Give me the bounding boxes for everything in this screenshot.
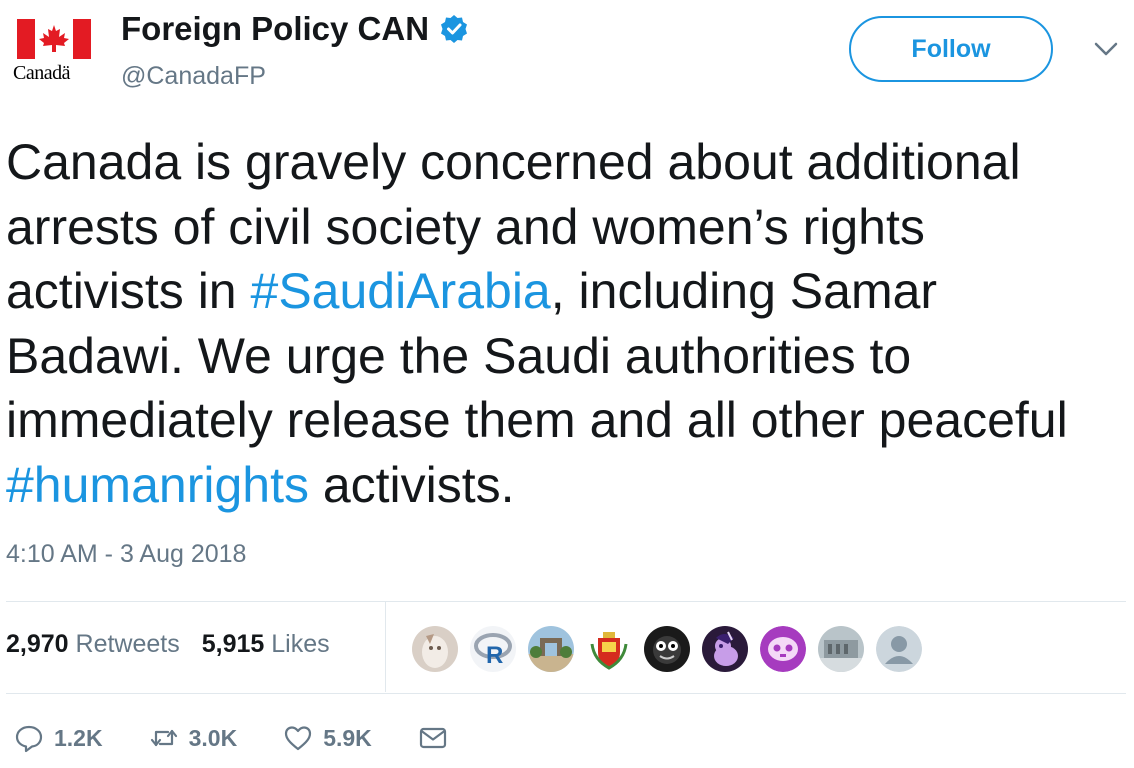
retweet-icon <box>150 729 177 747</box>
hashtag-link-humanrights[interactable]: #humanrights <box>6 457 309 513</box>
avatar[interactable] <box>816 624 866 674</box>
canada-flag-logo <box>17 19 91 59</box>
tweet-timestamp[interactable]: 4:10 AM - 3 Aug 2018 <box>6 540 246 569</box>
avatar[interactable]: R <box>468 624 518 674</box>
avatar[interactable] <box>700 624 750 674</box>
display-name[interactable]: Foreign Policy CAN <box>121 10 429 48</box>
account-handle[interactable]: @CanadaFP <box>121 62 266 91</box>
avatar[interactable] <box>642 624 692 674</box>
verified-badge-icon <box>441 15 468 43</box>
chevron-down-icon[interactable] <box>1093 40 1119 58</box>
svg-text:R: R <box>486 642 503 669</box>
retweets-count: 2,970 <box>6 630 69 658</box>
divider <box>6 601 1126 602</box>
heart-icon <box>285 726 312 751</box>
avatar[interactable] <box>874 624 924 674</box>
avatar[interactable] <box>758 624 808 674</box>
canada-wordmark: Canadä <box>13 62 70 84</box>
reply-icon <box>15 725 43 753</box>
like-button[interactable]: 5.9K <box>283 723 372 753</box>
like-count: 5.9K <box>323 724 372 751</box>
avatar[interactable] <box>584 624 634 674</box>
hashtag-link-saudiarabia[interactable]: #SaudiArabia <box>251 263 551 319</box>
likes-label: Likes <box>271 630 330 658</box>
retweets-stat[interactable]: 2,970 Retweets <box>6 630 180 659</box>
divider <box>6 693 1126 694</box>
reply-count: 1.2K <box>54 724 103 751</box>
likes-count: 5,915 <box>201 630 265 658</box>
follow-button[interactable]: Follow <box>849 16 1053 82</box>
retweet-count: 3.0K <box>188 724 238 751</box>
retweets-label: Retweets <box>75 630 180 658</box>
tweet-text: Canada is gravely concerned about additi… <box>6 130 1116 517</box>
tweet-text-segment: activists. <box>308 456 515 513</box>
liker-avatars: R <box>410 624 932 674</box>
engagement-stats: 2,970 Retweets 5,915 Likes <box>6 630 330 659</box>
envelope-icon <box>419 727 446 749</box>
likes-stat[interactable]: 5,915 Likes <box>202 630 330 659</box>
account-name-row[interactable]: Foreign Policy CAN <box>121 10 469 48</box>
direct-message-button[interactable] <box>418 723 448 753</box>
avatar[interactable] <box>526 624 576 674</box>
tweet-actions: 1.2K 3.0K 5.9K <box>14 723 494 753</box>
avatar[interactable] <box>410 624 460 674</box>
reply-button[interactable]: 1.2K <box>14 723 103 753</box>
stats-divider <box>385 602 386 692</box>
retweet-button[interactable]: 3.0K <box>149 723 238 753</box>
